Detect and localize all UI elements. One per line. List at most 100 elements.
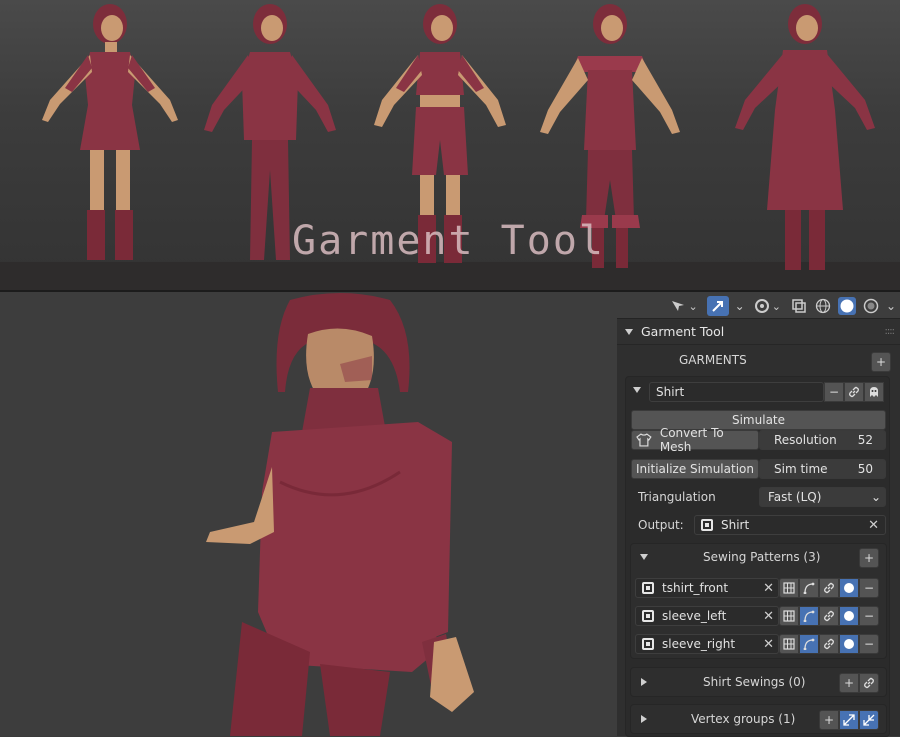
add-sewing-button[interactable]: +	[839, 673, 859, 693]
shrink-vertex-group-button[interactable]	[859, 710, 879, 730]
object-icon	[642, 610, 654, 622]
plus-icon: +	[863, 551, 875, 565]
remove-garment-button[interactable]: −	[824, 382, 844, 402]
overlay-icon[interactable]: ⌄	[751, 296, 784, 316]
ghost-icon	[870, 387, 878, 397]
garment-box: Shirt − Simulate Convert To Mesh Resolut…	[625, 376, 890, 737]
expand-icon	[843, 714, 855, 726]
add-vertex-group-button[interactable]: +	[819, 710, 839, 730]
pattern-name: tshirt_front	[662, 581, 729, 595]
panel-title: Garment Tool	[641, 324, 725, 339]
vertex-groups-label: Vertex groups (1)	[691, 712, 796, 726]
ghost-toggle-button[interactable]	[864, 382, 884, 402]
pattern-name: sleeve_right	[662, 637, 736, 651]
select-tool-icon[interactable]: ⌄	[667, 296, 700, 316]
shrink-icon	[863, 714, 875, 726]
minus-icon: −	[863, 581, 875, 595]
garment-name: Shirt	[656, 385, 685, 399]
clear-pattern-icon[interactable]: ✕	[763, 581, 774, 596]
curve-edit-button[interactable]	[799, 634, 819, 654]
sewing-patterns-box: Sewing Patterns (3) + tshirt_front ✕ − slee…	[630, 543, 887, 659]
garment-collapse-icon[interactable]	[633, 387, 641, 393]
clear-pattern-icon[interactable]: ✕	[763, 609, 774, 624]
wireframe-shading-icon[interactable]	[814, 297, 832, 315]
initialize-simulation-button[interactable]: Initialize Simulation	[631, 459, 759, 479]
garment-name-field[interactable]: Shirt	[649, 382, 824, 402]
remove-pattern-button[interactable]: −	[859, 606, 879, 626]
curve-icon	[803, 610, 815, 622]
remove-pattern-button[interactable]: −	[859, 634, 879, 654]
sewing-patterns-label: Sewing Patterns (3)	[703, 550, 821, 564]
triangulation-dropdown[interactable]: Fast (LQ) ⌄	[759, 487, 886, 507]
resolution-field[interactable]: Resolution 52	[759, 430, 886, 450]
link-sewing-button[interactable]	[859, 673, 879, 693]
sewings-label: Shirt Sewings (0)	[703, 675, 806, 689]
link-pattern-button[interactable]	[819, 578, 839, 598]
plus-icon: +	[843, 676, 855, 690]
circle-dot-icon	[844, 583, 854, 593]
add-pattern-button[interactable]: +	[859, 548, 879, 568]
circle-dot-icon	[844, 611, 854, 621]
object-icon	[642, 638, 654, 650]
pattern-row: sleeve_left ✕ −	[635, 606, 883, 626]
figure-dress	[42, 4, 178, 260]
figure-coat	[735, 4, 875, 270]
triangulation-label: Triangulation	[638, 490, 716, 504]
expand-vertex-group-button[interactable]	[839, 710, 859, 730]
chevron-down-icon[interactable]: ⌄	[886, 299, 896, 313]
visibility-toggle-button[interactable]	[839, 578, 859, 598]
sewings-box: Shirt Sewings (0) +	[630, 667, 887, 697]
chevron-down-icon: ⌄	[870, 490, 881, 504]
minus-icon: −	[863, 609, 875, 623]
output-label: Output:	[638, 518, 684, 532]
pattern-row: sleeve_right ✕ −	[635, 634, 883, 654]
vertex-groups-box: Vertex groups (1) +	[630, 704, 887, 734]
vertex-groups-expand-icon[interactable]	[641, 715, 647, 723]
visibility-toggle-button[interactable]	[839, 634, 859, 654]
convert-to-mesh-button[interactable]: Convert To Mesh	[631, 426, 759, 454]
add-garment-button[interactable]: +	[871, 352, 891, 372]
drag-handle-icon[interactable]: ::::	[885, 326, 896, 337]
sewings-expand-icon[interactable]	[641, 678, 647, 686]
pattern-field[interactable]: sleeve_right ✕	[635, 634, 779, 654]
clear-pattern-icon[interactable]: ✕	[763, 637, 774, 652]
remove-pattern-button[interactable]: −	[859, 578, 879, 598]
link-icon	[823, 638, 835, 650]
xray-icon[interactable]	[790, 297, 808, 315]
minus-icon: −	[863, 637, 875, 651]
circle-dot-icon	[844, 639, 854, 649]
clear-output-icon[interactable]: ✕	[868, 518, 879, 533]
chevron-down-icon[interactable]: ⌄	[735, 299, 745, 313]
pattern-field[interactable]: sleeve_left ✕	[635, 606, 779, 626]
uv-grid-button[interactable]	[779, 634, 799, 654]
panel-header[interactable]: Garment Tool ::::	[617, 319, 900, 345]
solid-shading-icon[interactable]	[837, 297, 856, 315]
banner-image: Garment Tool	[0, 0, 900, 292]
visibility-toggle-button[interactable]	[839, 606, 859, 626]
character-render	[206, 293, 474, 736]
material-shading-icon[interactable]	[862, 297, 880, 315]
minus-icon: −	[828, 385, 840, 399]
curve-edit-button[interactable]	[799, 578, 819, 598]
uv-grid-button[interactable]	[779, 578, 799, 598]
collapse-icon[interactable]	[625, 328, 633, 335]
output-field[interactable]: Shirt ✕	[694, 515, 886, 535]
link-icon	[849, 386, 859, 398]
sewing-patterns-collapse-icon[interactable]	[640, 554, 648, 560]
link-garment-button[interactable]	[844, 382, 864, 402]
curve-icon	[803, 582, 815, 594]
transform-gizmo-icon[interactable]	[706, 296, 729, 316]
shirt-icon	[636, 433, 652, 447]
link-icon	[823, 582, 835, 594]
uv-grid-button[interactable]	[779, 606, 799, 626]
link-icon	[823, 610, 835, 622]
link-pattern-button[interactable]	[819, 634, 839, 654]
curve-edit-button[interactable]	[799, 606, 819, 626]
sim-time-field[interactable]: Sim time 50	[759, 459, 886, 479]
grid-icon	[783, 610, 795, 622]
garment-tool-panel: Garment Tool :::: GARMENTS + Shirt − Sim…	[617, 318, 900, 737]
plus-icon: +	[875, 355, 887, 369]
link-pattern-button[interactable]	[819, 606, 839, 626]
pattern-field[interactable]: tshirt_front ✕	[635, 578, 779, 598]
object-icon	[701, 519, 713, 531]
